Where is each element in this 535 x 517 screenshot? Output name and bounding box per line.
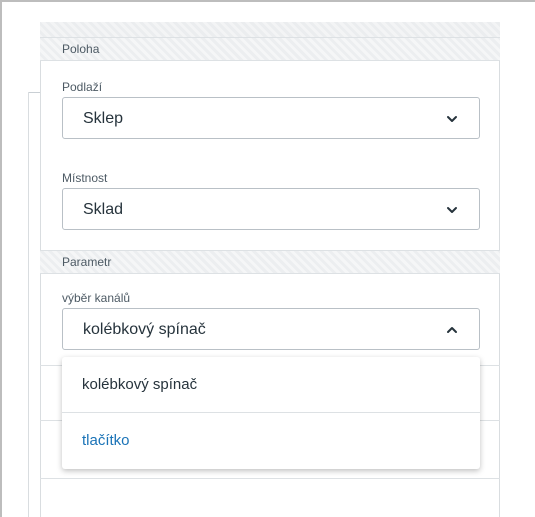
window-frame-top (0, 0, 535, 2)
chevron-down-icon (447, 207, 457, 213)
room-label: Místnost (62, 171, 108, 185)
chevron-up-icon (447, 327, 457, 333)
section-header-parameter: Parametr (40, 250, 500, 274)
dropdown-option-rocker-switch[interactable]: kolébkový spínač (62, 357, 480, 413)
tree-connector-line (28, 92, 29, 517)
channel-label: výběr kanálů (62, 291, 131, 305)
channel-dropdown-list: kolébkový spínač tlačítko (62, 357, 480, 469)
tree-connector (28, 92, 40, 93)
section-header-location: Poloha (40, 37, 500, 61)
channel-select-value: kolébkový spínač (83, 321, 206, 338)
panel-top-strip (40, 22, 500, 38)
channel-select[interactable]: kolébkový spínač (62, 308, 480, 350)
floor-select-value: Sklep (83, 110, 124, 127)
floor-select[interactable]: Sklep (62, 97, 480, 139)
row-divider (40, 478, 500, 479)
chevron-down-icon (447, 116, 457, 122)
room-select-value: Sklad (83, 201, 124, 218)
floor-label: Podlaží (62, 80, 103, 94)
room-select[interactable]: Sklad (62, 188, 480, 230)
window-frame-left (0, 0, 2, 517)
dropdown-option-button[interactable]: tlačítko (62, 413, 480, 469)
